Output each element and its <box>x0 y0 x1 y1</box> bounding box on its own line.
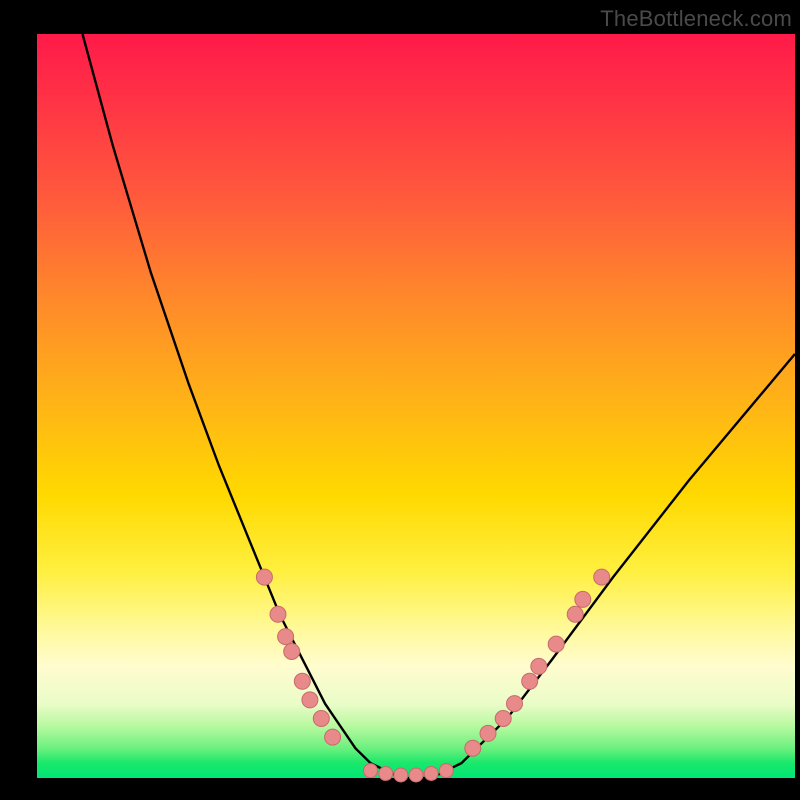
curve-marker-dot <box>364 764 378 778</box>
curve-marker-dot <box>284 644 300 660</box>
curve-marker-dot <box>495 711 511 727</box>
watermark-text: TheBottleneck.com <box>600 6 792 32</box>
curve-marker-dot <box>302 692 318 708</box>
chart-svg <box>37 34 795 778</box>
curve-marker-dot <box>394 768 408 782</box>
curve-marker-dot <box>424 767 438 781</box>
bottleneck-curve <box>83 34 796 778</box>
curve-marker-dot <box>278 629 294 645</box>
curve-marker-dot <box>465 740 481 756</box>
curve-marker-dot <box>522 673 538 689</box>
curve-markers <box>256 569 609 782</box>
curve-marker-dot <box>439 764 453 778</box>
curve-marker-dot <box>409 768 423 782</box>
curve-marker-dot <box>507 696 523 712</box>
curve-marker-dot <box>548 636 564 652</box>
curve-marker-dot <box>294 673 310 689</box>
curve-marker-dot <box>270 606 286 622</box>
curve-marker-dot <box>256 569 272 585</box>
chart-frame: TheBottleneck.com <box>0 0 800 800</box>
curve-marker-dot <box>480 725 496 741</box>
curve-marker-dot <box>575 591 591 607</box>
curve-marker-dot <box>313 711 329 727</box>
curve-marker-dot <box>594 569 610 585</box>
curve-marker-dot <box>531 658 547 674</box>
curve-marker-dot <box>567 606 583 622</box>
curve-marker-dot <box>325 729 341 745</box>
curve-marker-dot <box>379 767 393 781</box>
plot-area <box>37 34 795 778</box>
